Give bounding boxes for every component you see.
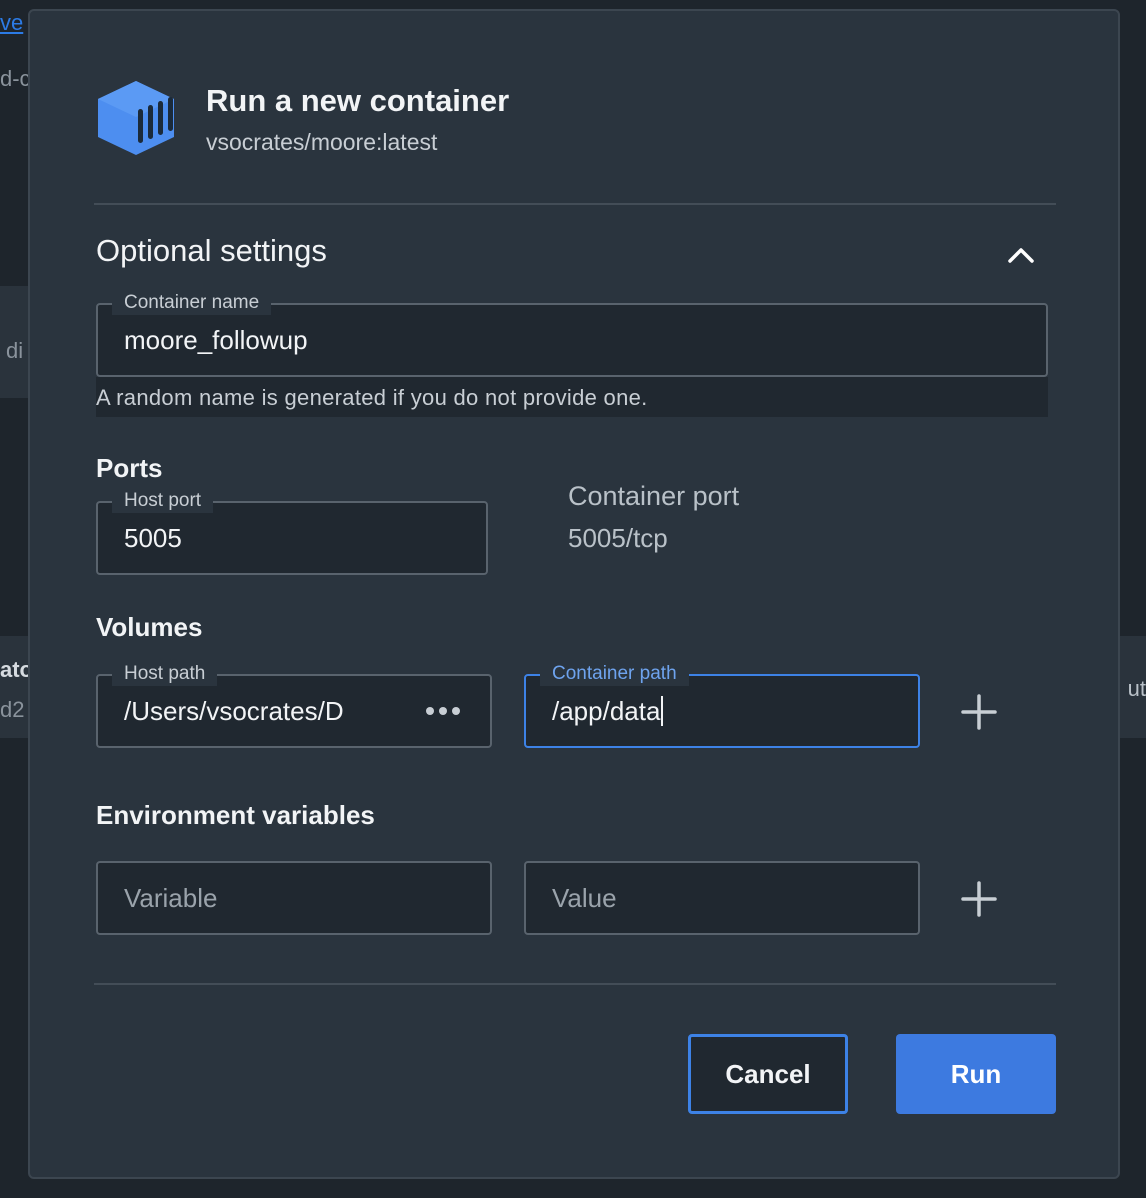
image-name: vsocrates/moore:latest [206, 129, 438, 155]
env-variable-placeholder: Variable [124, 882, 218, 913]
text-caret [661, 696, 664, 726]
container-name-value: moore_followup [124, 324, 308, 355]
container-name-helper: A random name is generated if you do not… [96, 377, 1048, 417]
docker-container-icon [98, 81, 174, 155]
ports-title: Ports [96, 453, 163, 483]
background-text: ut [1127, 676, 1146, 701]
container-path-value: /app/data [552, 695, 661, 726]
background-text: di [6, 338, 24, 363]
container-port-value: 5005/tcp [568, 523, 668, 553]
host-path-value: /Users/vsocrates/D [124, 695, 344, 726]
env-vars-title: Environment variables [96, 800, 375, 830]
run-container-dialog: Run a new container vsocrates/moore:late… [28, 9, 1120, 1179]
divider [94, 203, 1056, 205]
env-value-field[interactable]: Value [524, 861, 920, 935]
host-port-field[interactable]: Host port 5005 [96, 489, 488, 575]
container-name-field[interactable]: Container name moore_followup [96, 291, 1048, 377]
host-port-value: 5005 [124, 522, 182, 553]
env-value-placeholder: Value [552, 882, 617, 913]
cancel-button[interactable]: Cancel [688, 1034, 848, 1114]
host-path-field[interactable]: Host path /Users/vsocrates/D [96, 662, 492, 748]
container-path-field[interactable]: Container path /app/data [524, 662, 920, 748]
dialog-title: Run a new container [206, 83, 510, 118]
background-text: d2 [0, 697, 25, 722]
env-variable-field[interactable]: Variable [96, 861, 492, 935]
container-path-input: /app/data [552, 676, 664, 746]
dialog-header: Run a new container vsocrates/moore:late… [94, 79, 509, 157]
volumes-title: Volumes [96, 612, 203, 642]
run-button[interactable]: Run [896, 1034, 1056, 1114]
more-horizontal-icon[interactable] [426, 676, 460, 746]
chevron-up-icon[interactable] [1006, 245, 1036, 265]
background-link: ve [0, 10, 24, 35]
background-text: d-c [0, 66, 31, 91]
add-env-plus-icon[interactable] [961, 881, 997, 917]
container-port-label: Container port [568, 481, 740, 511]
optional-settings-title: Optional settings [96, 233, 327, 268]
divider [94, 983, 1056, 985]
add-volume-plus-icon[interactable] [961, 694, 997, 730]
